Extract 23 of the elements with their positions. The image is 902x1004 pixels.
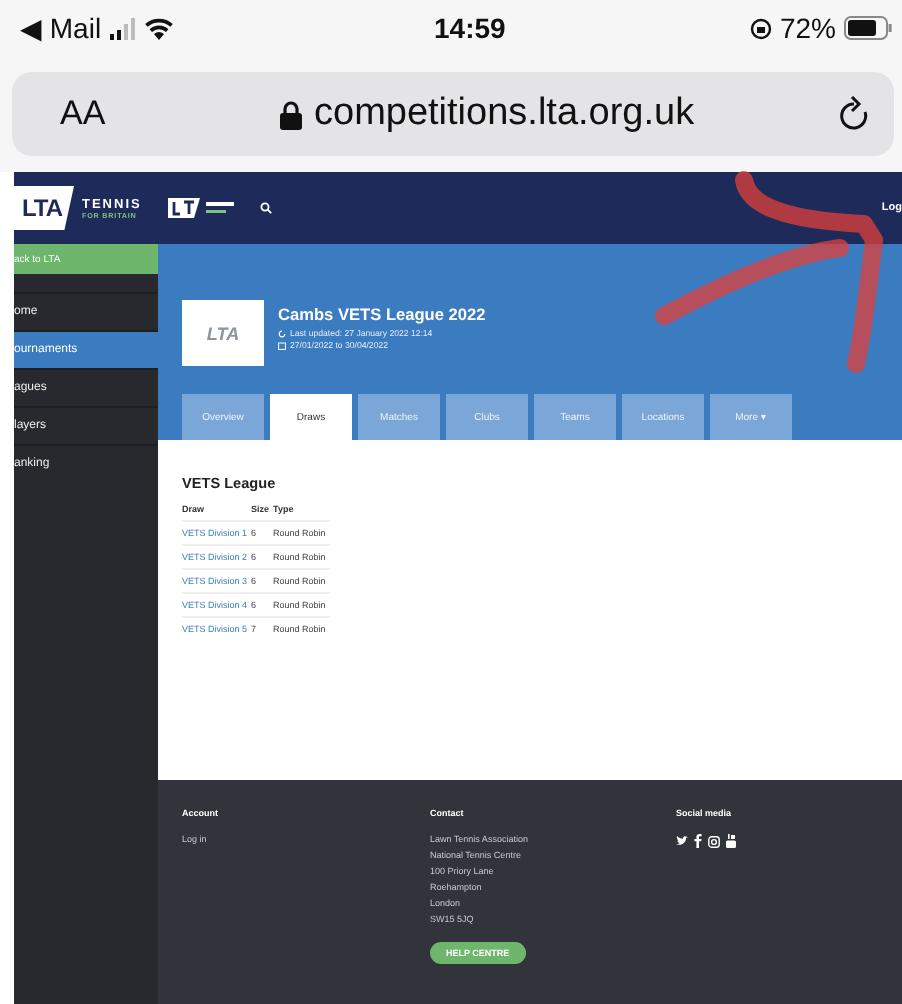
event-logo: LTA [182, 300, 264, 366]
event-title: Cambs VETS League 2022 [278, 304, 486, 324]
battery-percentage: 72% [779, 12, 836, 44]
address-bar[interactable]: AA competitions.lta.org.uk [12, 72, 894, 156]
search-icon[interactable] [260, 202, 272, 214]
refresh-icon [278, 329, 286, 337]
text-size-button[interactable]: AA [60, 94, 280, 134]
calendar-icon [278, 341, 286, 349]
back-to-mail-link[interactable]: ◀ Mail [20, 12, 102, 44]
lta-logo[interactable] [168, 196, 240, 220]
battery-icon [844, 16, 892, 40]
lta-logo[interactable]: LTA [14, 186, 74, 230]
lock-icon [280, 99, 302, 129]
rotation-lock-icon [749, 17, 772, 39]
clock-time: 14:59 [432, 12, 508, 44]
reload-icon[interactable] [840, 95, 870, 133]
twitter-icon[interactable] [676, 836, 688, 846]
url-text: competitions.lta.org.uk [314, 92, 695, 136]
instagram-icon[interactable] [708, 835, 720, 847]
signal-icon [109, 17, 136, 39]
wifi-icon [143, 17, 174, 39]
youtube-icon[interactable] [726, 834, 736, 848]
facebook-icon[interactable] [694, 834, 702, 848]
